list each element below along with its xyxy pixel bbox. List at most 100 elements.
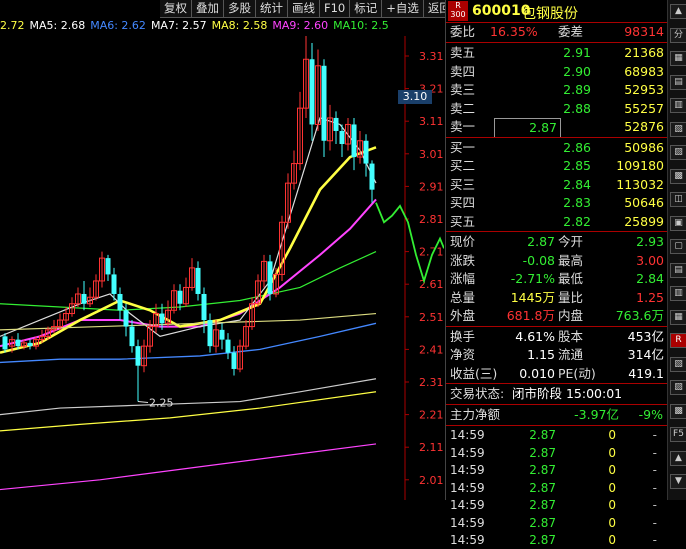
ma-legend-item: 2.72: [0, 19, 25, 32]
candle-body-down: [177, 290, 183, 304]
bid-label: 买四: [450, 195, 476, 210]
ask-price[interactable]: 2.88: [521, 100, 591, 118]
quote-label: 今开: [558, 234, 584, 249]
sidebar-tool-icon[interactable]: ▣: [670, 215, 686, 231]
bid-volume: 109180: [616, 158, 664, 173]
fund-value: 419.1: [628, 365, 664, 381]
ma-line-white-long: [0, 378, 377, 416]
toolbar-button[interactable]: 叠加: [192, 0, 224, 18]
candle-body-down: [369, 163, 375, 190]
trade-price: 2.87: [529, 480, 556, 495]
sidebar-tool-icon[interactable]: ▥: [670, 286, 686, 301]
quote-label: 内盘: [558, 308, 584, 323]
ask-price[interactable]: 2.89: [521, 81, 591, 99]
bid-price[interactable]: 2.85: [521, 157, 591, 175]
bid-price[interactable]: 2.84: [521, 176, 591, 194]
toolbar-button[interactable]: +自选: [382, 0, 424, 18]
net-flow-label[interactable]: 主力净额: [450, 406, 500, 424]
low-marker-line: [137, 401, 149, 404]
stock-header: R 300 600010 包钢股份: [446, 0, 667, 23]
ask-label: 卖四: [450, 63, 476, 79]
quote-value: 1445万: [510, 289, 555, 305]
fund-label: 净资: [450, 347, 476, 362]
toolbar-button[interactable]: 标记: [350, 0, 383, 18]
trade-price: 2.87: [529, 463, 556, 477]
toolbar-button[interactable]: 画线: [288, 0, 320, 18]
toolbar-button[interactable]: 复权: [160, 0, 192, 18]
ma-line-yellow-long: [0, 391, 377, 432]
sidebar-tool-icon[interactable]: ▦: [670, 51, 686, 66]
y-tick-label: 3.11: [419, 115, 444, 128]
quote-row: 卖四 2.90 68983: [446, 63, 667, 81]
ask-volume: 52953: [624, 82, 664, 97]
bid-volume: 113032: [616, 176, 664, 192]
ma-legend: 2.72 MA5: 2.68 MA6: 2.62 MA7: 2.57 MA8: 2.58…: [0, 19, 394, 35]
trade-price: 2.87: [529, 515, 556, 530]
fund-value: 0.010: [519, 365, 555, 381]
sidebar-tool-icon[interactable]: ▩: [670, 403, 686, 419]
sidebar-tool-icon[interactable]: ▩: [670, 168, 686, 184]
trade-time: 14:59: [450, 445, 485, 460]
sidebar-tool-icon[interactable]: ▧: [670, 121, 686, 137]
fund-label: 收益(三): [450, 365, 498, 381]
bid-price[interactable]: 2.86: [521, 139, 591, 157]
sidebar-tool-icon[interactable]: ▤: [670, 262, 686, 278]
sidebar-tool-icon[interactable]: ▥: [670, 98, 686, 113]
sidebar-tool-icon[interactable]: ▼: [670, 474, 686, 489]
y-tick-label: 2.81: [419, 213, 444, 226]
quote-label: 总量: [450, 289, 476, 305]
trade-price: 2.87: [529, 533, 556, 547]
quote-value: 2.87: [527, 234, 555, 249]
ask-price[interactable]: 2.87: [494, 118, 561, 138]
bid-label: 买五: [450, 213, 476, 229]
quote-row: 买一 2.86 50986: [446, 139, 667, 157]
bid-price[interactable]: 2.82: [521, 213, 591, 231]
sidebar-tool-icon[interactable]: ▲: [670, 450, 686, 466]
sidebar-tool-icon[interactable]: ▨: [670, 380, 686, 395]
candle-body-down: [231, 352, 237, 369]
bid-price[interactable]: 2.83: [521, 194, 591, 212]
toolbar-button[interactable]: 统计: [256, 0, 288, 18]
ask-volume: 55257: [624, 100, 664, 116]
trade-volume: 0: [608, 463, 616, 477]
weibi-label: 委比: [450, 24, 476, 39]
sidebar-tool-icon[interactable]: F5: [670, 427, 686, 442]
quote-label: 涨跌: [450, 252, 476, 268]
sidebar-tool-icon[interactable]: ▲: [670, 4, 686, 19]
fund-label: 股本: [558, 328, 584, 344]
sidebar-tool-icon[interactable]: ◫: [670, 192, 686, 207]
toolbar-button[interactable]: F10: [320, 0, 351, 18]
trade-volume: 0: [608, 515, 616, 530]
kline-chart[interactable]: 3.313.213.113.012.912.812.712.612.512.41…: [0, 36, 444, 500]
y-tick-label: 2.91: [419, 180, 444, 193]
sidebar-tool-icon[interactable]: ▨: [670, 145, 686, 160]
quote-label: 涨幅: [450, 271, 476, 286]
trade-status-value: 闭市阶段 15:00:01: [512, 386, 623, 401]
toolbar-button[interactable]: 多股: [224, 0, 256, 18]
sidebar-tool-icon[interactable]: ▤: [670, 74, 686, 90]
candle-body-down: [117, 293, 123, 311]
sidebar-tool-icon[interactable]: ▢: [670, 239, 686, 254]
y-tick-label: 2.41: [419, 343, 444, 356]
ask-price[interactable]: 2.91: [521, 44, 591, 62]
y-tick-label: 2.21: [419, 409, 444, 422]
sidebar-tool-icon[interactable]: ▦: [670, 309, 686, 325]
quote-row: 外盘 681.8万 内盘 763.6万: [446, 307, 667, 325]
quote-row: 委比 16.35% 委差 98314: [446, 23, 667, 41]
quote-row: 买三 2.84 113032: [446, 176, 667, 194]
quote-value: -2.71%: [510, 271, 555, 286]
trade-volume: 0: [608, 480, 616, 495]
ma-legend-item: MA6: 2.62: [90, 19, 146, 32]
quote-row: 卖一 2.87 52876: [446, 118, 667, 138]
quote-row: 涨幅 -2.71% 最低 2.84: [446, 270, 667, 288]
sidebar-tool-icon[interactable]: 分: [670, 27, 686, 43]
trade-row: 14:59 2.87 0 -: [446, 462, 667, 479]
bid-volume: 25899: [624, 213, 664, 229]
sidebar-tool-icon[interactable]: R: [670, 333, 686, 348]
trade-time: 14:59: [450, 463, 485, 477]
divider: [446, 136, 667, 138]
sidebar-tool-icon[interactable]: ▧: [670, 356, 686, 372]
ask-price[interactable]: 2.90: [521, 63, 591, 81]
quote-label: 最高: [558, 252, 584, 268]
quote-row: 买五 2.82 25899: [446, 213, 667, 231]
